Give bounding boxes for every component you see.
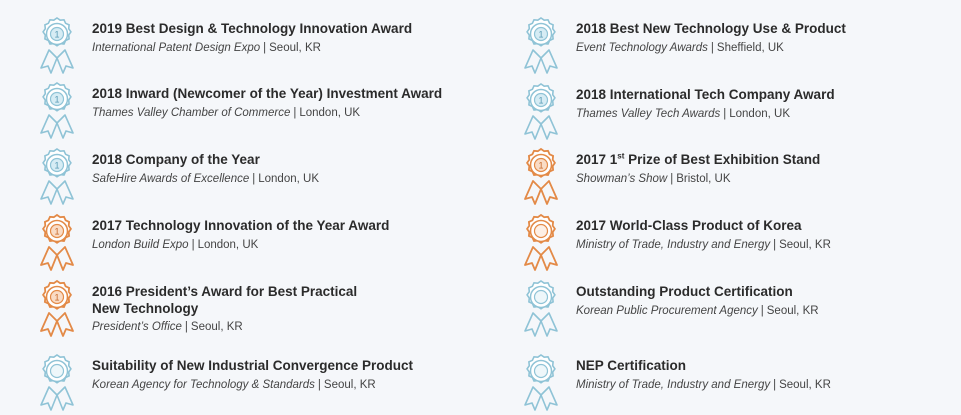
award-text: 2017 Technology Innovation of the Year A… <box>92 217 486 253</box>
award-title: 2018 Best New Technology Use & Product <box>576 21 846 36</box>
separator: | <box>773 239 777 251</box>
award-title: Outstanding Product Certification <box>576 284 793 299</box>
award-organization: Showman’s Show <box>576 173 668 185</box>
award-subtitle: Thames Valley Tech Awards | London, UK <box>576 106 950 122</box>
award-organization: Event Technology Awards <box>576 42 708 54</box>
blue-medal-icon <box>36 147 78 207</box>
award-text: 2017 1st Prize of Best Exhibition Stand … <box>576 151 950 187</box>
award-title: 2018 International Tech Company Award <box>576 87 835 102</box>
award-location: Seoul, KR <box>779 379 831 391</box>
award-location: London, UK <box>729 108 790 120</box>
award-text: Outstanding Product Certification Korean… <box>576 283 950 319</box>
blue-medal-icon <box>520 82 562 142</box>
orange-medal-icon <box>520 147 562 207</box>
award-location: Seoul, KR <box>323 379 376 391</box>
award-subtitle: Event Technology Awards | Sheffield, UK <box>576 40 950 56</box>
award-subtitle: Showman’s Show | Bristol, UK <box>576 171 950 187</box>
award-text: 2019 Best Design & Technology Innovation… <box>92 20 486 56</box>
blue-medal-icon <box>520 279 562 339</box>
award-organization: Thames Valley Chamber of Commerce <box>92 107 291 119</box>
separator: | <box>317 379 321 391</box>
award-subtitle: London Build Expo | London, UK <box>92 237 486 253</box>
award-title: 2017 World-Class Product of Korea <box>576 218 802 233</box>
awards-panel: 2019 Best Design & Technology Innovation… <box>0 0 961 415</box>
award-location: Seoul, KR <box>269 42 321 54</box>
award-organization: London Build Expo <box>92 239 189 251</box>
orange-medal-icon <box>36 213 78 273</box>
award-text: 2018 International Tech Company Award Th… <box>576 86 950 122</box>
award-text: 2018 Best New Technology Use & Product E… <box>576 20 950 56</box>
award-subtitle: SafeHire Awards of Excellence | London, UK <box>92 171 486 187</box>
award-title: 2016 President’s Award for Best Practica… <box>92 284 358 316</box>
orange-medal-icon <box>520 213 562 273</box>
orange-medal-icon <box>36 279 78 339</box>
award-text: Suitability of New Industrial Convergenc… <box>92 357 486 393</box>
award-subtitle: Korean Public Procurement Agency | Seoul, … <box>576 303 950 319</box>
award-organization: International Patent Design Expo <box>92 42 261 54</box>
award-text: 2016 President’s Award for Best Practica… <box>92 283 366 335</box>
award-organization: President’s Office <box>92 321 182 333</box>
award-location: Seoul, KR <box>779 239 831 251</box>
award-title-prefix: 2017 1 <box>576 152 618 167</box>
award-text: 2018 Company of the Year SafeHire Awards… <box>92 151 486 187</box>
award-organization: Korean Public Procurement Agency <box>576 305 758 317</box>
award-organization: Ministry of Trade, Industry and Energy <box>576 239 771 251</box>
award-title: NEP Certification <box>576 358 687 373</box>
separator: | <box>252 173 256 185</box>
award-title: 2017 Technology Innovation of the Year A… <box>92 218 390 233</box>
award-subtitle: President’s Office | Seoul, KR <box>92 319 366 335</box>
award-organization: Korean Agency for Technology & Standards <box>92 379 315 391</box>
separator: | <box>263 42 267 54</box>
award-title: Suitability of New Industrial Convergenc… <box>92 358 414 373</box>
award-text: NEP Certification Ministry of Trade, Ind… <box>576 357 950 393</box>
blue-medal-icon <box>520 353 562 413</box>
award-subtitle: Thames Valley Chamber of Commerce | London… <box>92 105 486 121</box>
award-location: London, UK <box>258 173 319 185</box>
award-subtitle: Ministry of Trade, Industry and Energy | S… <box>576 237 950 253</box>
separator: | <box>670 173 674 185</box>
award-organization: Thames Valley Tech Awards <box>576 108 721 120</box>
award-organization: SafeHire Awards of Excellence <box>92 173 250 185</box>
separator: | <box>710 42 714 54</box>
award-title: 2018 Company of the Year <box>92 152 260 167</box>
award-title: 2017 1st Prize of Best Exhibition Stand <box>576 151 950 168</box>
award-location: Seoul, KR <box>190 321 243 333</box>
award-subtitle: Ministry of Trade, Industry and Energy | S… <box>576 377 950 393</box>
award-subtitle: Korean Agency for Technology & Standards… <box>92 377 486 393</box>
separator: | <box>773 379 777 391</box>
award-subtitle: International Patent Design Expo | Seoul, … <box>92 40 486 56</box>
award-location: Sheffield, UK <box>716 42 784 54</box>
award-organization: Ministry of Trade, Industry and Energy <box>576 379 771 391</box>
separator: | <box>723 108 727 120</box>
award-text: 2018 Inward (Newcomer of the Year) Inves… <box>92 85 486 121</box>
award-title-suffix: Prize of Best Exhibition Stand <box>624 152 821 167</box>
blue-medal-icon <box>520 16 562 76</box>
award-title: 2019 Best Design & Technology Innovation… <box>92 21 413 36</box>
award-location: Seoul, KR <box>766 305 819 317</box>
blue-medal-icon <box>36 81 78 141</box>
separator: | <box>760 305 764 317</box>
award-location: Bristol, UK <box>676 173 731 185</box>
separator: | <box>184 321 188 333</box>
award-location: London, UK <box>197 239 259 251</box>
award-text: 2017 World-Class Product of Korea Minist… <box>576 217 950 253</box>
separator: | <box>293 107 297 119</box>
blue-medal-icon <box>36 353 78 413</box>
blue-medal-icon <box>36 16 78 76</box>
award-title: 2018 Inward (Newcomer of the Year) Inves… <box>92 86 443 101</box>
separator: | <box>191 239 195 251</box>
award-location: London, UK <box>299 107 361 119</box>
